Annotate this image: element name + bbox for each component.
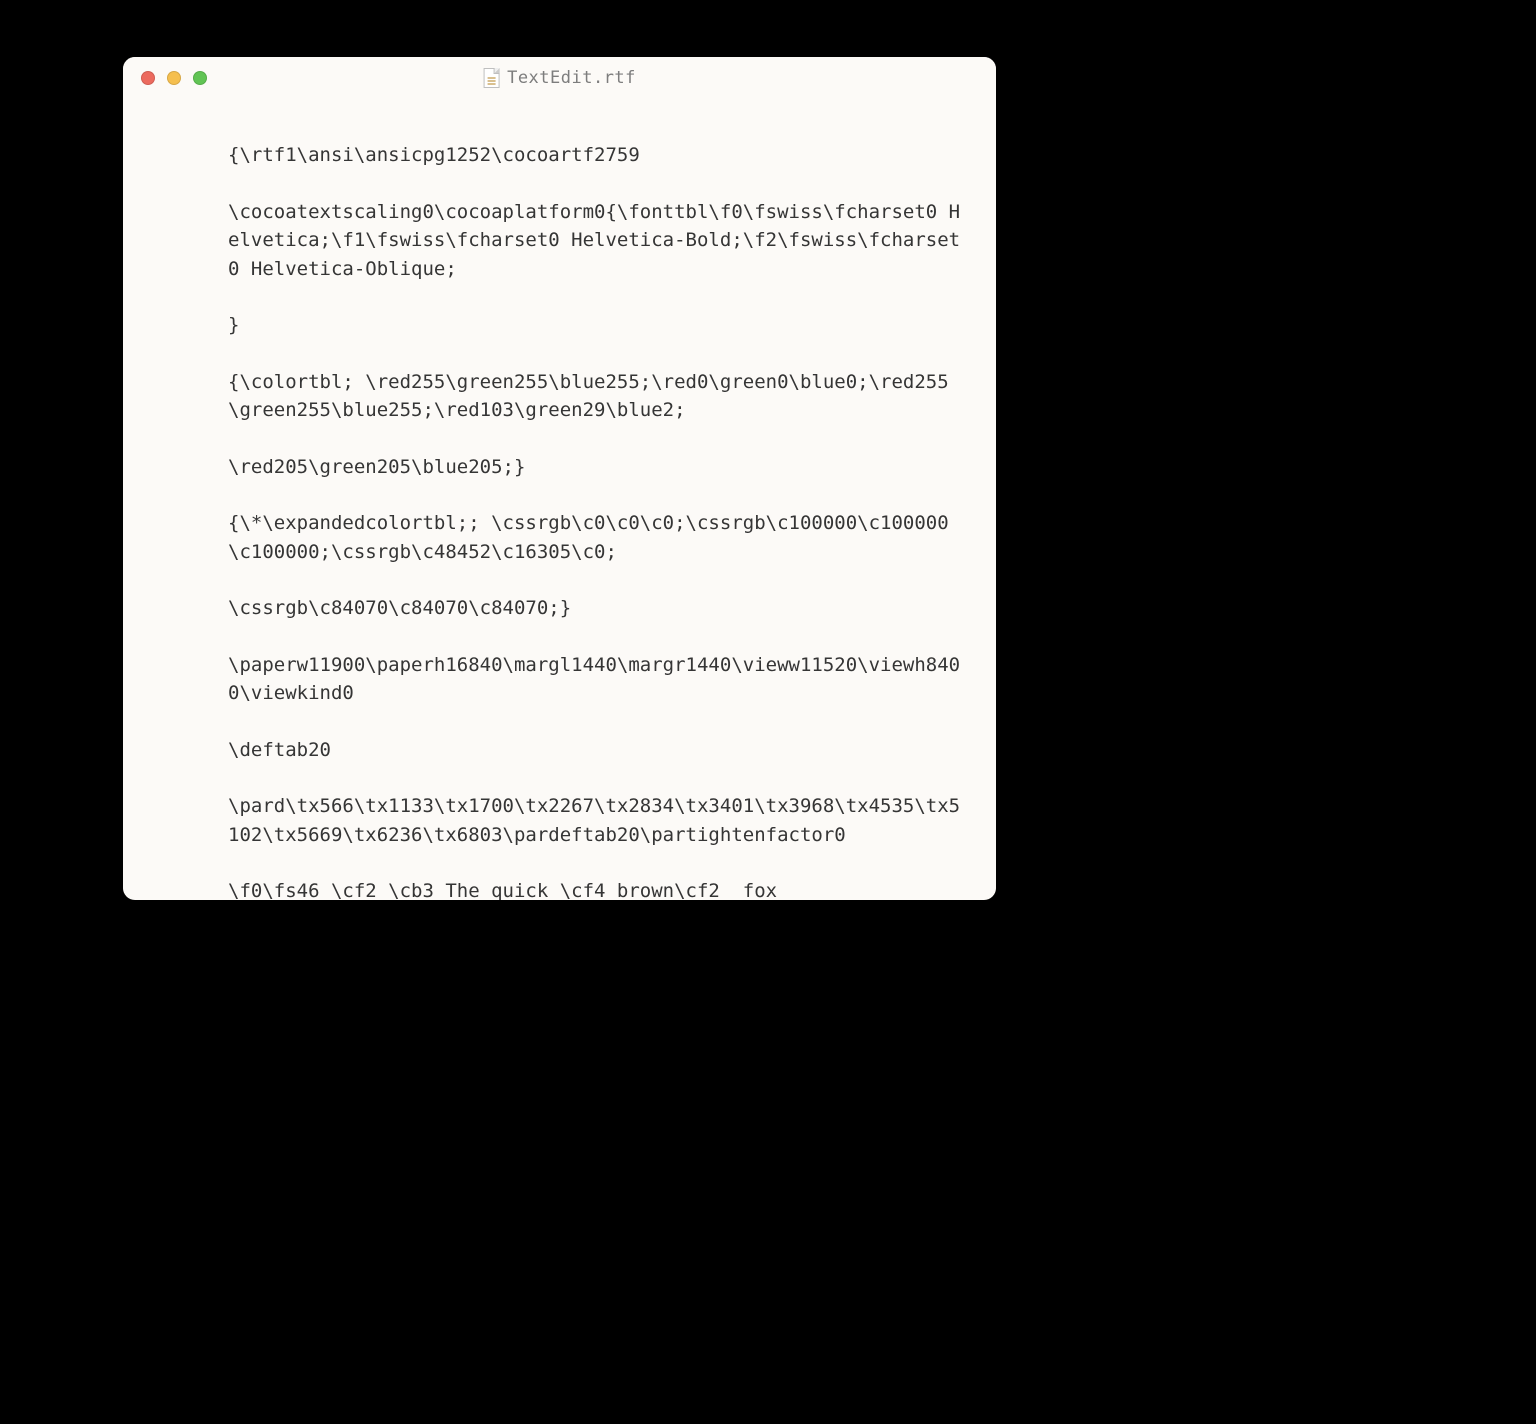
- rtf-source-line[interactable]: \pard\tx566\tx1133\tx1700\tx2267\tx2834\…: [228, 792, 966, 849]
- textedit-window: TextEdit.rtf {\rtf1\ansi\ansicpg1252\coc…: [123, 57, 996, 900]
- close-icon[interactable]: [141, 71, 155, 85]
- rtf-source-line[interactable]: \deftab20: [228, 736, 966, 765]
- minimize-icon[interactable]: [167, 71, 181, 85]
- document-content[interactable]: {\rtf1\ansi\ansicpg1252\cocoartf2759 \coc…: [123, 99, 996, 900]
- maximize-icon[interactable]: [193, 71, 207, 85]
- rtf-source-line[interactable]: \paperw11900\paperh16840\margl1440\margr…: [228, 651, 966, 708]
- titlebar[interactable]: TextEdit.rtf: [123, 57, 996, 99]
- rtf-source-line[interactable]: \red205\green205\blue205;}: [228, 453, 966, 482]
- rtf-source-line[interactable]: {\rtf1\ansi\ansicpg1252\cocoartf2759: [228, 141, 966, 170]
- document-icon: [483, 68, 499, 88]
- rtf-source-line[interactable]: \f0\fs46 \cf2 \cb3 The quick \cf4 brown\…: [228, 877, 966, 900]
- rtf-source-line[interactable]: {\*\expandedcolortbl;; \cssrgb\c0\c0\c0;…: [228, 509, 966, 566]
- rtf-source-line[interactable]: {\colortbl; \red255\green255\blue255;\re…: [228, 368, 966, 425]
- window-title: TextEdit.rtf: [507, 68, 636, 88]
- rtf-source-line[interactable]: \cocoatextscaling0\cocoaplatform0{\fontt…: [228, 198, 966, 284]
- traffic-lights: [123, 71, 207, 85]
- rtf-source-line[interactable]: \cssrgb\c84070\c84070\c84070;}: [228, 594, 966, 623]
- title-group: TextEdit.rtf: [483, 68, 636, 88]
- rtf-source-line[interactable]: }: [228, 311, 966, 340]
